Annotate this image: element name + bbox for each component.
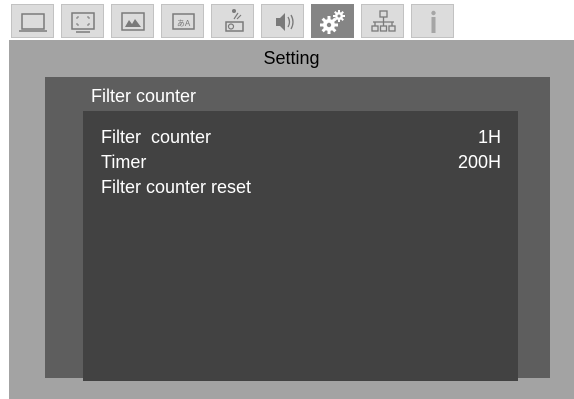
tab-setting[interactable] [311,4,354,38]
display-language-icon: あA [172,13,195,30]
filter-counter-list: Filter counter 1H Timer 200H Filter coun… [83,111,518,381]
svg-text:あA: あA [177,19,191,28]
section-title: Filter counter [91,86,197,106]
projector-setting-icon [225,9,244,32]
tab-position[interactable] [61,4,104,38]
picture-icon [19,13,47,32]
tab-advanced-menu[interactable] [111,4,154,38]
filter-counter-label: Filter counter [101,127,212,147]
setting-panel: Setting Filter counter Filter counter 1H… [9,40,574,399]
tab-display-language[interactable]: あA [161,4,204,38]
timer-row[interactable]: Timer 200H [101,150,501,174]
timer-label: Timer [101,152,147,172]
filter-counter-reset-row[interactable]: Filter counter reset [101,175,501,199]
timer-value: 200H [457,152,501,172]
filter-counter-reset-label: Filter counter reset [101,177,252,197]
advanced-menu-icon [121,12,145,31]
tab-network[interactable] [361,4,404,38]
tab-audio[interactable] [261,4,304,38]
network-icon [371,10,396,32]
tab-information[interactable] [411,4,454,38]
audio-icon [276,13,294,31]
filter-counter-row[interactable]: Filter counter 1H [101,125,501,149]
information-icon [431,10,436,33]
setting-gears-icon [320,10,345,34]
tab-picture[interactable] [11,4,54,38]
filter-counter-value: 1H [477,127,501,147]
position-icon [71,12,95,33]
filter-counter-panel: Filter counter Filter counter 1H Timer 2… [45,77,550,381]
tab-projector-setting[interactable] [211,4,254,38]
page-title: Setting [263,48,320,68]
